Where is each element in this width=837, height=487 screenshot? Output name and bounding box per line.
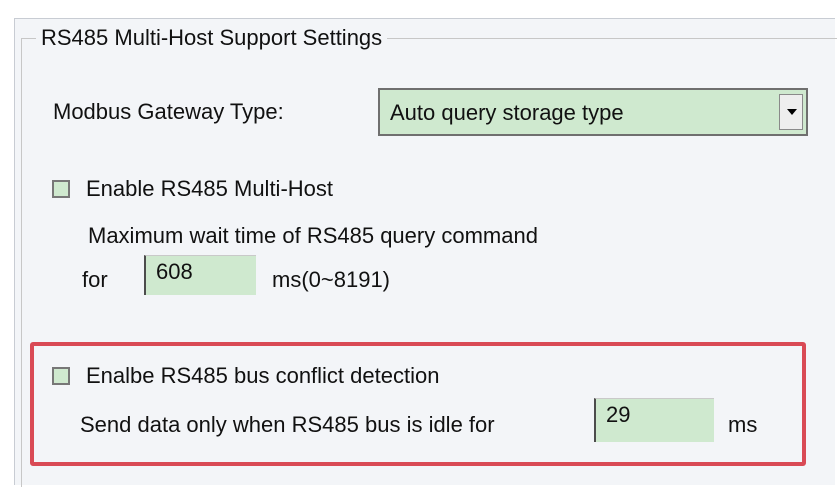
modbus-gateway-type-select[interactable]: Auto query storage type (378, 88, 808, 136)
conflict-detection-checkbox[interactable] (52, 367, 70, 385)
max-wait-time-value: 608 (156, 259, 193, 284)
modbus-gateway-type-label: Modbus Gateway Type: (53, 99, 284, 124)
enable-multihost-checkbox[interactable] (52, 180, 70, 198)
modbus-gateway-type-value: Auto query storage type (390, 100, 624, 125)
conflict-detection-label[interactable]: Enalbe RS485 bus conflict detection (86, 362, 439, 390)
range-label: ms(0~8191) (272, 267, 391, 292)
idle-time-value: 29 (606, 402, 631, 427)
for-label: for (82, 267, 108, 292)
group-title: RS485 Multi-Host Support Settings (36, 24, 388, 52)
idle-time-input[interactable]: 29 (594, 398, 714, 442)
ms-unit-label: ms (728, 412, 758, 437)
max-wait-time-input[interactable]: 608 (144, 255, 256, 295)
chevron-down-icon[interactable] (779, 94, 803, 130)
max-wait-time-label: Maximum wait time of RS485 query command (88, 223, 538, 248)
enable-multihost-label[interactable]: Enable RS485 Multi-Host (86, 175, 333, 203)
idle-time-label: Send data only when RS485 bus is idle fo… (80, 412, 495, 437)
